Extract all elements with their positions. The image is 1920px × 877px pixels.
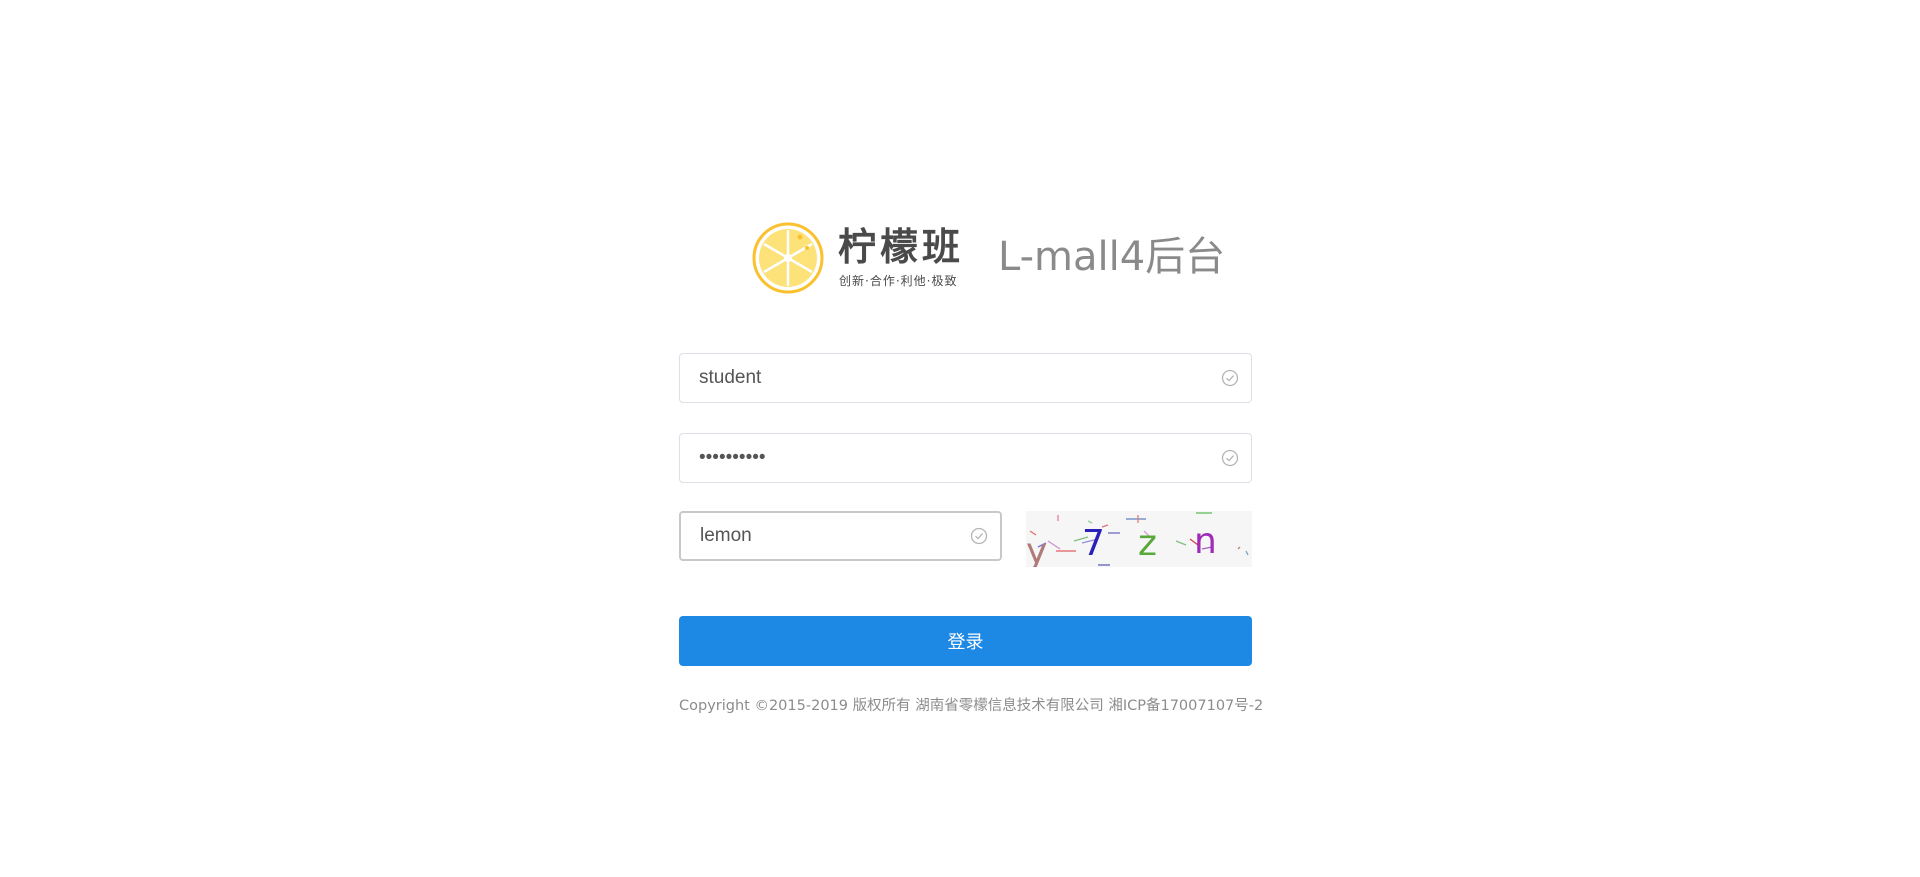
captcha-char: z bbox=[1138, 523, 1157, 564]
password-input[interactable] bbox=[680, 434, 1251, 482]
brand-header: 柠檬班 创新·合作·利他·极致 L-mall4后台 bbox=[752, 220, 1225, 296]
captcha-input[interactable] bbox=[681, 513, 1000, 559]
check-circle-icon bbox=[1221, 449, 1239, 467]
brand-name: 柠檬班 bbox=[838, 225, 965, 269]
lemon-logo-icon bbox=[752, 222, 824, 294]
captcha-graphic: y 7 z n bbox=[1026, 512, 1249, 567]
login-button[interactable]: 登录 bbox=[679, 616, 1252, 666]
username-input[interactable] bbox=[680, 354, 1251, 402]
password-field bbox=[679, 433, 1252, 483]
captcha-field bbox=[679, 511, 1002, 561]
captcha-char: 7 bbox=[1082, 523, 1105, 564]
username-field bbox=[679, 353, 1252, 403]
check-circle-icon bbox=[1221, 369, 1239, 387]
captcha-char: n bbox=[1194, 521, 1217, 562]
captcha-image[interactable]: y 7 z n bbox=[1026, 511, 1252, 567]
copyright-text: Copyright ©2015-2019 版权所有 湖南省零檬信息技术有限公司 … bbox=[679, 698, 1264, 714]
app-title: L-mall4后台 bbox=[998, 234, 1226, 280]
login-page: 柠檬班 创新·合作·利他·极致 L-mall4后台 student ••••••… bbox=[0, 0, 1920, 877]
captcha-char: y bbox=[1026, 531, 1047, 567]
check-circle-icon bbox=[970, 527, 988, 545]
brand-slogan: 创新·合作·利他·极致 bbox=[839, 274, 958, 288]
